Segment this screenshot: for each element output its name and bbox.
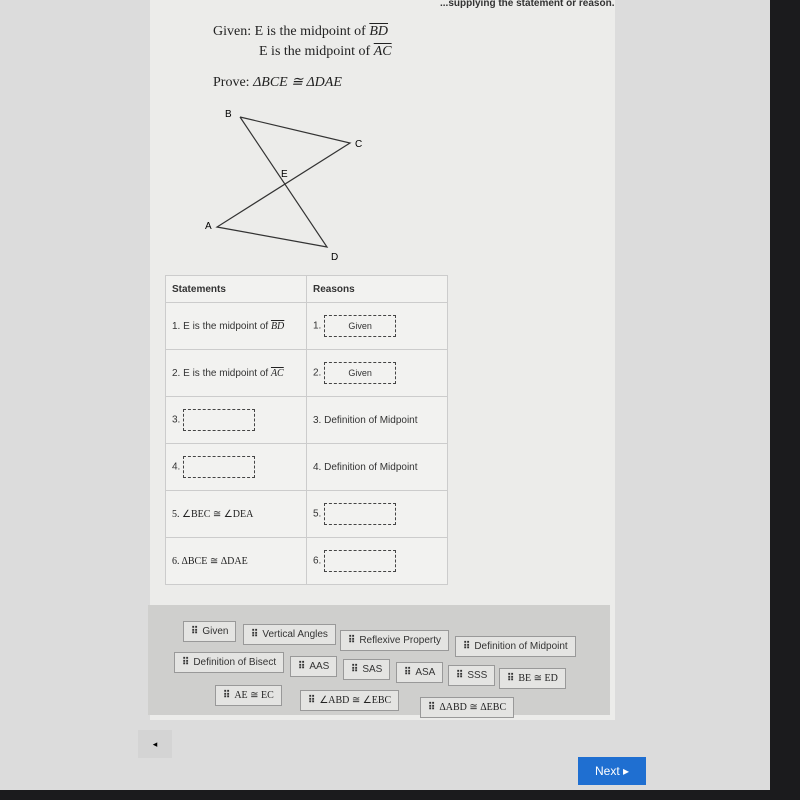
label-a: A bbox=[205, 221, 212, 232]
answer-tile[interactable]: ⠿ Vertical Angles bbox=[243, 624, 336, 645]
drag-handle-icon: ⠿ bbox=[463, 641, 471, 652]
answer-tile[interactable]: ⠿ Given bbox=[183, 621, 237, 642]
drag-handle-icon: ⠿ bbox=[251, 629, 259, 640]
reason-drop-zone[interactable]: Given bbox=[324, 362, 397, 384]
statement-drop-zone[interactable] bbox=[183, 409, 256, 431]
drag-handle-icon: ⠿ bbox=[191, 626, 199, 637]
drag-handle-icon: ⠿ bbox=[351, 664, 359, 675]
drag-handle-icon: ⠿ bbox=[404, 667, 412, 678]
reason-drop-zone[interactable]: Given bbox=[324, 315, 397, 337]
label-d: D bbox=[331, 252, 338, 263]
drag-handle-icon: ⠿ bbox=[507, 673, 515, 684]
answer-tile[interactable]: ⠿ Reflexive Property bbox=[340, 630, 450, 651]
reason-drop-zone[interactable] bbox=[324, 550, 397, 572]
table-row: 1. E is the midpoint of BD 1. Given bbox=[165, 302, 448, 350]
answer-tile[interactable]: ⠿ ΔABD ≅ ΔEBC bbox=[420, 697, 515, 718]
answer-tile[interactable]: ⠿ BE ≅ ED bbox=[499, 668, 566, 689]
reason-drop-zone[interactable] bbox=[324, 503, 397, 525]
drag-handle-icon: ⠿ bbox=[428, 702, 436, 713]
table-row: 6. ΔBCE ≅ ΔDAE 6. bbox=[165, 537, 448, 585]
given-block: Given: E is the midpoint of BD E is the … bbox=[213, 24, 392, 59]
back-button[interactable]: ◂ bbox=[138, 730, 172, 758]
answer-tile[interactable]: ⠿ Definition of Midpoint bbox=[455, 636, 576, 657]
statement-drop-zone[interactable] bbox=[183, 456, 256, 478]
drag-handle-icon: ⠿ bbox=[348, 635, 356, 646]
table-row: 5. ∠BEC ≅ ∠DEA 5. bbox=[165, 490, 448, 538]
drag-handle-icon: ⠿ bbox=[298, 661, 306, 672]
answer-tile[interactable]: ⠿ SAS bbox=[343, 659, 391, 680]
instructions: ...supplying the statement or reason. bbox=[440, 0, 615, 9]
answer-tile[interactable]: ⠿ AAS bbox=[290, 656, 338, 677]
label-b: B bbox=[225, 109, 232, 120]
label-c: C bbox=[355, 139, 362, 150]
drag-handle-icon: ⠿ bbox=[456, 670, 464, 681]
label-e: E bbox=[281, 169, 288, 180]
answer-tile[interactable]: ⠿ ∠ABD ≅ ∠EBC bbox=[300, 690, 400, 711]
table-row: 3. 3. Definition of Midpoint bbox=[165, 396, 448, 444]
table-row: 2. E is the midpoint of AC 2. Given bbox=[165, 349, 448, 397]
drag-handle-icon: ⠿ bbox=[223, 690, 231, 701]
header-statements: Statements bbox=[165, 275, 307, 303]
proof-table: Statements Reasons 1. E is the midpoint o… bbox=[165, 275, 448, 585]
triangle-diagram: B C E A D bbox=[205, 109, 362, 263]
answer-tile[interactable]: ⠿ Definition of Bisect bbox=[174, 652, 285, 673]
answer-tile[interactable]: ⠿ AE ≅ EC bbox=[215, 685, 282, 706]
header-reasons: Reasons bbox=[306, 275, 448, 303]
prove-block: Prove: ΔBCE ≅ ΔDAE bbox=[213, 75, 342, 90]
drag-handle-icon: ⠿ bbox=[308, 695, 316, 706]
diagram-lines bbox=[215, 116, 352, 248]
answer-tile[interactable]: ⠿ SSS bbox=[448, 665, 496, 686]
drag-handle-icon: ⠿ bbox=[182, 657, 190, 668]
next-button[interactable]: Next ▸ bbox=[578, 757, 646, 785]
answer-tile[interactable]: ⠿ ASA bbox=[396, 662, 444, 683]
table-row: 4. 4. Definition of Midpoint bbox=[165, 443, 448, 491]
